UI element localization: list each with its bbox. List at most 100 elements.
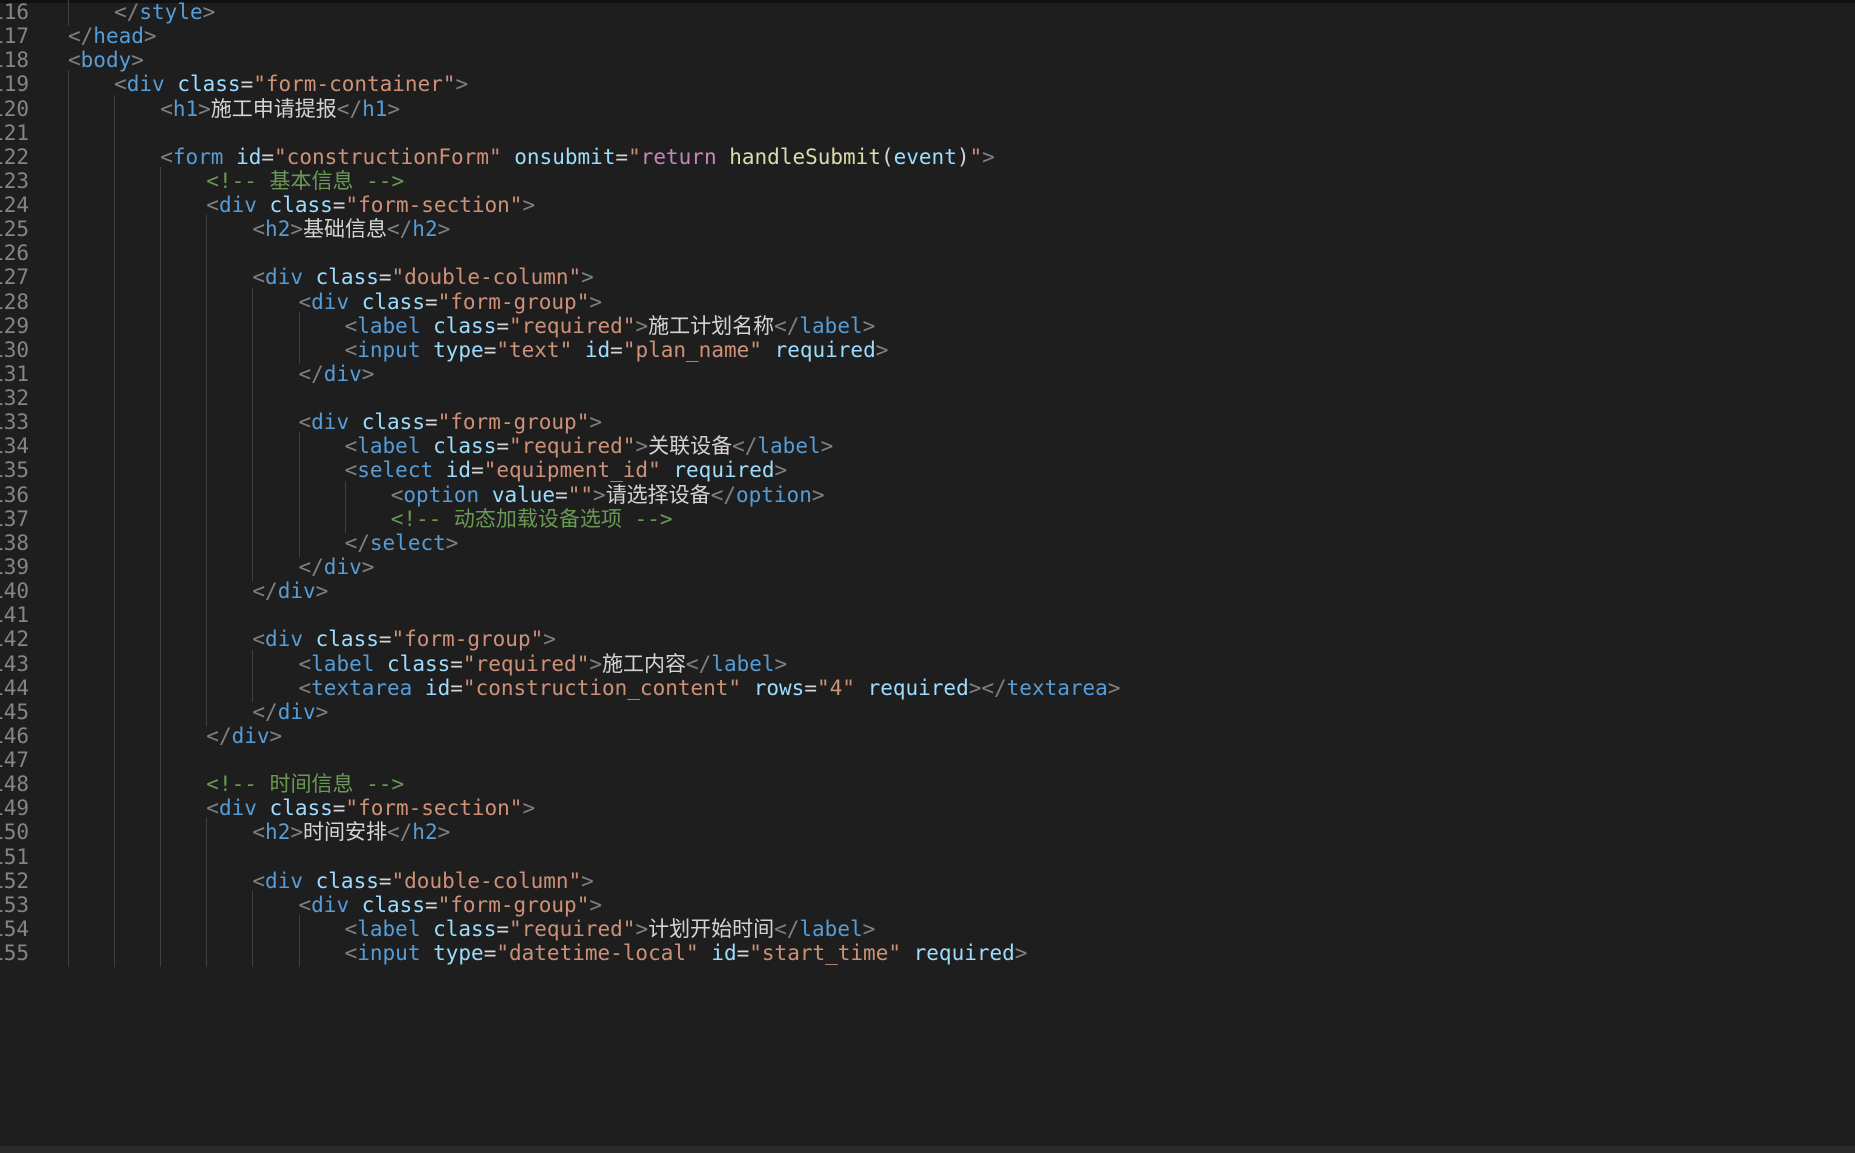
token-text: = — [471, 458, 484, 483]
token-attribute-value: "required" — [509, 916, 636, 941]
token-attribute-value: "form-group" — [437, 410, 590, 435]
token-bracket: > — [589, 651, 602, 676]
token-text: 施工内容 — [602, 651, 686, 676]
token-bracket: < — [298, 651, 312, 676]
token-text: 请选择设备 — [605, 482, 711, 507]
token-bracket: </ — [68, 24, 94, 49]
token-attribute-name: type — [433, 941, 484, 966]
token-bracket: > — [820, 434, 834, 459]
token-bracket: </ — [336, 96, 363, 121]
token-bracket: > — [593, 482, 606, 507]
token-attribute-name: id — [584, 337, 611, 362]
token-tag-name: head — [93, 24, 144, 49]
token-attribute-value: "double-column" — [391, 868, 582, 893]
token-bracket: < — [298, 410, 312, 435]
token-bracket: < — [344, 916, 358, 941]
token-text: = — [332, 796, 346, 821]
token-text: 时间安排 — [303, 820, 387, 845]
token-tag-name: label — [799, 313, 863, 338]
token-bracket: > — [811, 482, 825, 507]
token-text: = — [804, 675, 817, 700]
token-tag-name: label — [357, 313, 421, 338]
token-tag-name: label — [711, 651, 775, 676]
token-bracket: < — [344, 313, 358, 338]
indent-guide — [114, 939, 116, 968]
token-bracket: > — [982, 144, 995, 169]
token-bracket: < — [160, 144, 173, 169]
token-attribute-name: required — [867, 675, 969, 700]
token-bracket: > — [315, 579, 329, 604]
token-attribute-name: type — [433, 337, 484, 362]
token-tag-name: div — [218, 193, 257, 218]
token-function-name: handleSubmit — [729, 144, 881, 169]
token-bracket: > — [269, 723, 283, 748]
code-line[interactable]: 155<input type="datetime-local" id="star… — [0, 939, 1855, 968]
token-bracket: < — [160, 96, 173, 121]
token-attribute-name: id — [445, 458, 472, 483]
token-bracket: > — [1014, 941, 1028, 966]
token-tag-name: h2 — [412, 820, 438, 845]
indent-guide — [298, 939, 300, 968]
token-bracket: > — [774, 458, 788, 483]
token-bracket: > — [455, 72, 469, 97]
indent-guide — [160, 939, 162, 968]
token-tag-name: option — [735, 482, 812, 507]
token-tag-name: label — [357, 916, 421, 941]
token-attribute-value: "equipment_id" — [483, 458, 661, 483]
token-tag-name: label — [757, 434, 821, 459]
token-bracket: > — [635, 916, 649, 941]
token-bracket: </ — [710, 482, 736, 507]
token-bracket: > — [437, 820, 451, 845]
token-bracket: </ — [774, 916, 800, 941]
code-editor[interactable]: 116</style>117</head>118<body>119<div cl… — [0, 0, 1855, 1146]
indent-guide — [206, 939, 208, 968]
token-text: = — [615, 144, 629, 169]
token-attribute-name: class — [387, 651, 451, 676]
token-text: = — [496, 434, 509, 459]
token-attribute-value: "form-group" — [437, 289, 590, 314]
token-bracket: < — [68, 48, 81, 73]
token-tag-name: div — [265, 265, 303, 290]
token-bracket: < — [298, 289, 312, 314]
token-tag-name: div — [277, 579, 316, 604]
token-attribute-value: "plan_name" — [622, 337, 762, 362]
token-text: = — [496, 916, 509, 941]
token-bracket: </ — [298, 554, 324, 579]
token-tag-name: input — [357, 337, 421, 362]
token-bracket: > — [361, 361, 375, 386]
token-tag-name: h2 — [265, 820, 291, 845]
token-text: = — [261, 144, 275, 169]
token-attribute-value: "form-section" — [345, 193, 523, 218]
token-attribute-name: class — [269, 796, 333, 821]
token-tag-name: div — [218, 796, 257, 821]
token-attribute-name: class — [433, 434, 497, 459]
token-bracket: </ — [206, 723, 232, 748]
token-text: 关联设备 — [648, 434, 733, 459]
token-tag-name: h2 — [412, 217, 438, 242]
token-text: 施工申请提报 — [210, 96, 337, 121]
token-text: = — [332, 193, 346, 218]
line-content[interactable]: <input type="datetime-local" id="start_t… — [345, 939, 1028, 967]
token-attribute-value: "required" — [509, 434, 636, 459]
token-attribute-value: "text" — [496, 337, 573, 362]
token-tag-name: div — [311, 892, 350, 917]
token-attribute-value: "construction_content" — [462, 675, 742, 700]
token-attribute-value: " — [628, 144, 641, 169]
token-text: = — [424, 892, 438, 917]
token-bracket: < — [206, 193, 219, 218]
token-bracket: > — [774, 651, 788, 676]
token-attribute-value: "form-group" — [391, 627, 544, 652]
token-bracket: > — [437, 217, 451, 242]
